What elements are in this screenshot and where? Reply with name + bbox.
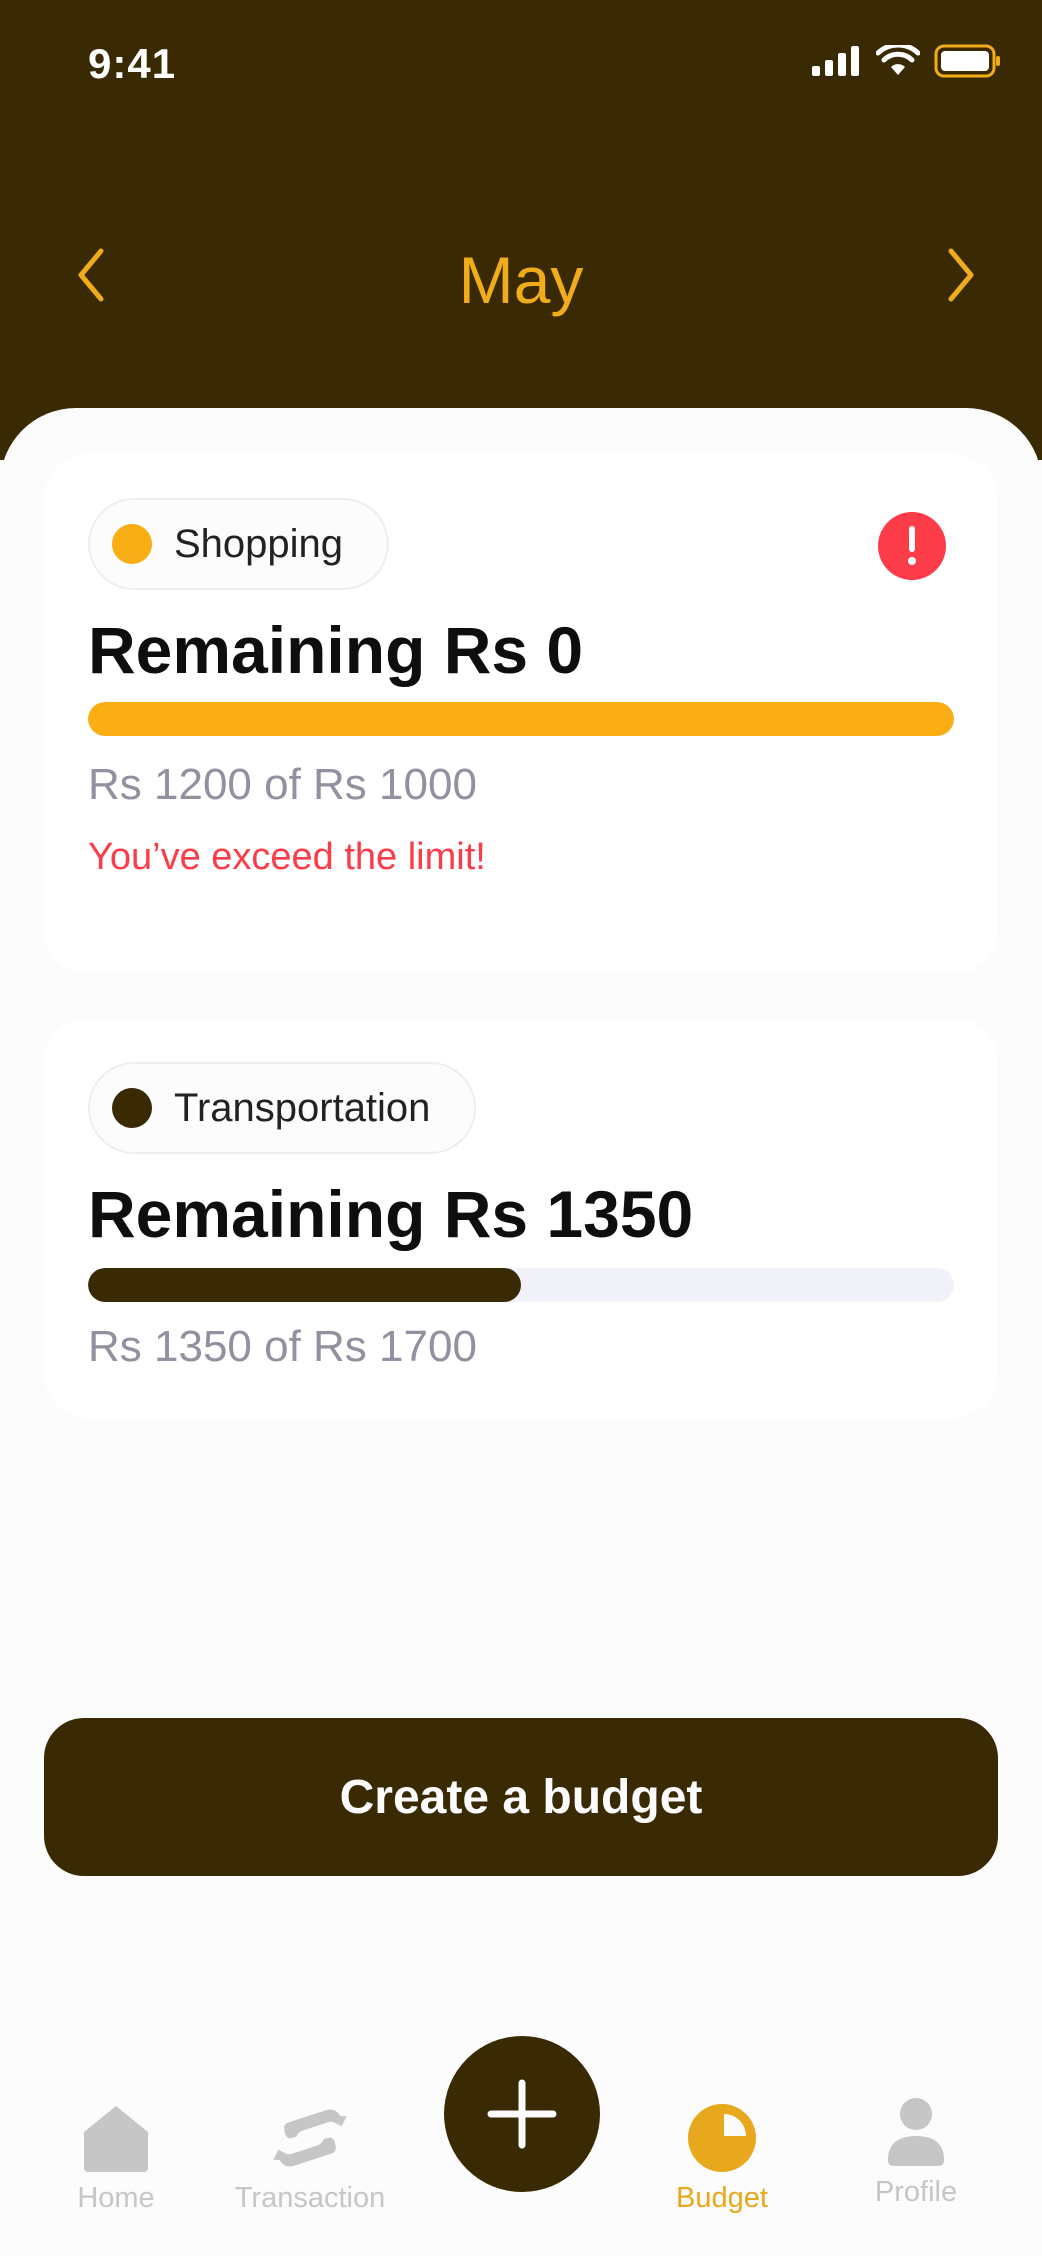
progress-fill: [88, 1268, 521, 1302]
category-chip[interactable]: Shopping: [88, 498, 390, 590]
category-label: Transportation: [174, 1085, 431, 1130]
limit-warning: You’ve exceed the limit!: [88, 836, 486, 878]
tab-label: Home: [77, 2182, 155, 2214]
budget-card-shopping[interactable]: Shopping Remaining Rs 0 Rs 1200 of Rs 10…: [44, 454, 998, 974]
progress-bar: [88, 702, 954, 736]
category-dot: [112, 1088, 152, 1128]
create-budget-button[interactable]: Create a budget: [44, 1718, 998, 1876]
next-month-button[interactable]: [932, 240, 992, 310]
user-icon: [888, 2098, 944, 2166]
status-icons: [812, 44, 1002, 78]
transaction-icon: [273, 2109, 347, 2167]
alert-icon: [878, 512, 946, 580]
progress-bar: [88, 1268, 954, 1302]
chevron-right-icon: [948, 248, 974, 302]
status-bar: 9:41: [0, 0, 1042, 130]
month-title: May: [458, 243, 584, 317]
tab-budget[interactable]: Budget: [632, 2102, 812, 2215]
remaining-amount: Remaining Rs 0: [88, 613, 584, 687]
category-chip[interactable]: Transportation: [88, 1062, 477, 1154]
budget-amount: Rs 1200 of Rs 1000: [88, 760, 477, 809]
signal-icon: [812, 46, 859, 76]
pie-chart-icon: [688, 2104, 756, 2172]
add-transaction-button[interactable]: [444, 2036, 600, 2192]
progress-fill: [88, 702, 954, 736]
home-icon: [84, 2106, 148, 2172]
tab-profile[interactable]: Profile: [826, 2096, 1006, 2209]
tab-label: Transaction: [234, 2182, 386, 2214]
tab-label: Profile: [874, 2176, 958, 2208]
remaining-amount: Remaining Rs 1350: [88, 1177, 694, 1251]
budget-amount: Rs 1350 of Rs 1700: [88, 1322, 477, 1371]
category-dot: [112, 524, 152, 564]
month-navigator: May: [0, 220, 1042, 330]
plus-icon: [487, 2079, 557, 2149]
tab-transaction[interactable]: Transaction: [220, 2102, 400, 2215]
battery-icon: [934, 44, 1000, 78]
category-label: Shopping: [174, 521, 344, 566]
tab-label: Budget: [676, 2182, 768, 2214]
status-time: 9:41: [88, 40, 177, 87]
tab-home[interactable]: Home: [26, 2102, 206, 2215]
budget-card-transportation[interactable]: Transportation Remaining Rs 1350 Rs 1350…: [44, 1018, 998, 1418]
wifi-icon: [876, 45, 920, 75]
header: 9:41 May: [0, 0, 1042, 460]
